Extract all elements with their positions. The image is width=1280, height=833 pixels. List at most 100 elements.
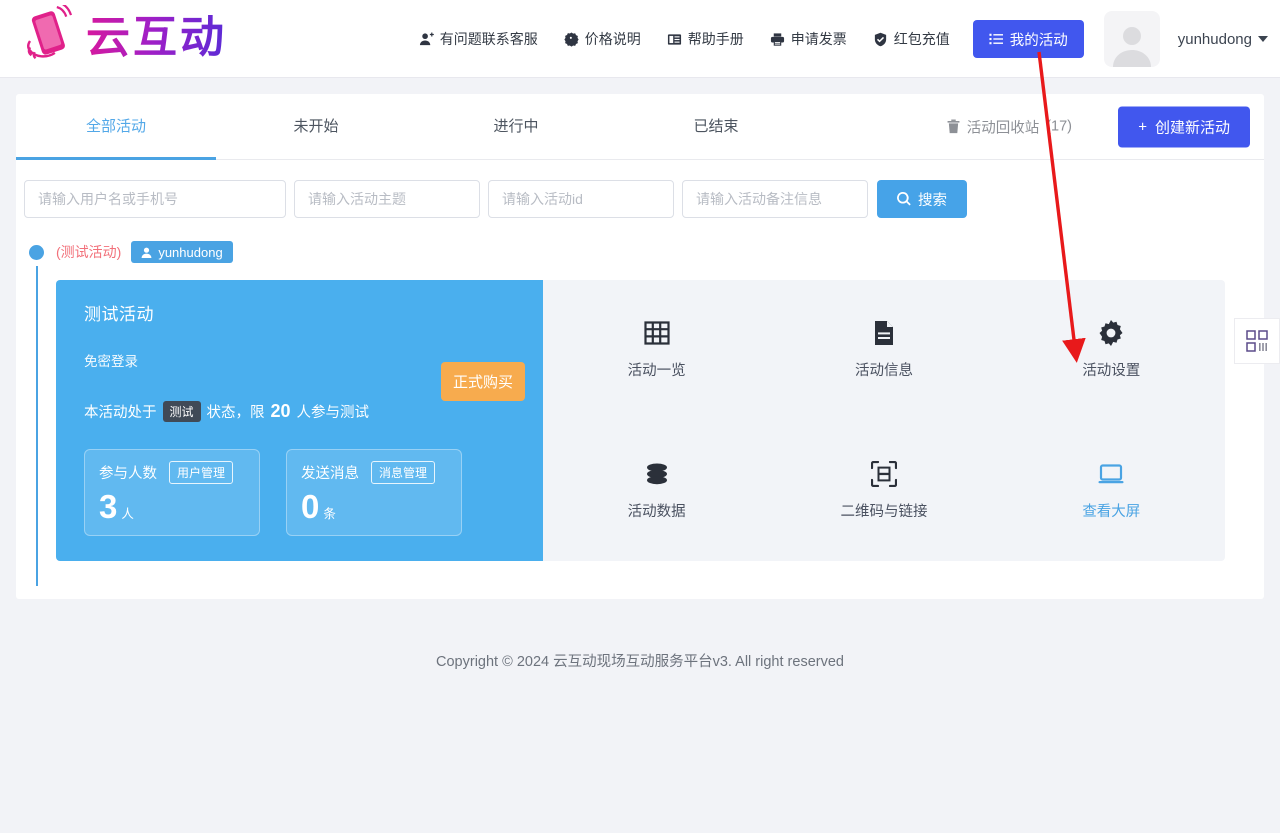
create-activity-label: 创建新活动: [1155, 116, 1230, 137]
search-bar: 搜索: [16, 160, 1264, 218]
tile-activity-settings[interactable]: 活动设置: [1051, 320, 1171, 380]
floating-qr-widget[interactable]: [1234, 318, 1280, 364]
recycle-bin-count: (17): [1046, 119, 1072, 135]
activity-header: (测试活动) yunhudong: [16, 238, 1264, 266]
activity-title: 测试活动: [84, 300, 517, 325]
plus-icon: +: [1138, 118, 1147, 135]
nav-help-manual[interactable]: 帮助手册: [654, 29, 757, 49]
activity-actions-panel: 活动一览 活动信息 活动设置: [543, 280, 1225, 561]
nav-redpacket-recharge[interactable]: 红包充值: [860, 29, 963, 49]
price-tag-icon: [564, 32, 579, 47]
nav-request-invoice[interactable]: 申请发票: [757, 29, 860, 49]
tab-bar: 全部活动 未开始 进行中 已结束 活动回收站 (17) + 创建新活动: [16, 94, 1264, 160]
tab-ended[interactable]: 已结束: [616, 94, 816, 159]
search-input-activity-remark[interactable]: [682, 180, 868, 218]
tab-in-progress[interactable]: 进行中: [416, 94, 616, 159]
nav-contact-support[interactable]: 有问题联系客服: [406, 29, 551, 49]
tile-label: 二维码与链接: [840, 500, 927, 521]
tile-label: 活动信息: [855, 359, 913, 380]
search-button[interactable]: 搜索: [877, 180, 967, 218]
nav-label: 红包充值: [894, 29, 950, 49]
timeline-connector: [36, 266, 38, 586]
recycle-bin-label: 活动回收站: [967, 116, 1040, 137]
grid-icon: [644, 320, 670, 346]
brand-name: 云互动: [86, 7, 227, 69]
tile-activity-data[interactable]: 活动数据: [597, 461, 717, 521]
nav-label: 申请发票: [791, 29, 847, 49]
create-activity-button[interactable]: + 创建新活动: [1118, 106, 1250, 147]
phone-hand-logo-icon: [18, 5, 80, 71]
panel-bottom-spacer: [16, 561, 1264, 599]
user-icon: [141, 247, 152, 258]
stat-messages: 发送消息 消息管理 0 条: [286, 449, 462, 536]
search-button-label: 搜索: [918, 189, 947, 210]
footer: Copyright © 2024 云互动现场互动服务平台v3. All righ…: [0, 650, 1280, 671]
tab-label: 已结束: [693, 118, 738, 135]
document-icon: [871, 320, 897, 346]
stat-value: 0: [301, 490, 319, 523]
notice-mid: 状态，限: [207, 401, 265, 422]
stat-participants: 参与人数 用户管理 3 人: [84, 449, 260, 536]
tab-not-started[interactable]: 未开始: [216, 94, 416, 159]
activity-notice: 本活动处于 测试 状态，限 20 人参与测试: [84, 401, 517, 422]
database-icon: [644, 461, 670, 487]
gear-icon: [1098, 320, 1124, 346]
search-input-activity-id[interactable]: [488, 180, 674, 218]
shield-check-icon: [873, 32, 888, 47]
tab-all-activities[interactable]: 全部活动: [16, 94, 216, 159]
nav-label: 帮助手册: [688, 29, 744, 49]
monitor-icon: [1098, 461, 1124, 487]
user-support-icon: [419, 32, 434, 47]
stat-label: 参与人数: [99, 462, 157, 483]
notice-prefix: 本活动处于: [84, 401, 157, 422]
main-panel: 全部活动 未开始 进行中 已结束 活动回收站 (17) + 创建新活动: [16, 94, 1264, 599]
top-header: 云互动 有问题联系客服 价格说明 帮助手册 申请发票: [0, 0, 1280, 78]
nav-label: 价格说明: [585, 29, 641, 49]
tile-activity-info[interactable]: 活动信息: [824, 320, 944, 380]
stat-label: 发送消息: [301, 462, 359, 483]
user-name-label: yunhudong: [1178, 31, 1252, 48]
search-input-activity-topic[interactable]: [294, 180, 480, 218]
trash-icon: [947, 120, 960, 134]
qr-scan-icon: [871, 461, 897, 487]
message-management-button[interactable]: 消息管理: [371, 461, 435, 484]
notice-suffix: 人参与测试: [297, 401, 370, 422]
header-nav: 有问题联系客服 价格说明 帮助手册 申请发票 红包充值: [406, 0, 1268, 78]
tile-activity-overview[interactable]: 活动一览: [597, 320, 717, 380]
tab-label: 未开始: [293, 118, 338, 135]
tile-qrcode-and-link[interactable]: 二维码与链接: [824, 461, 944, 521]
chevron-down-icon: [1258, 36, 1268, 42]
stat-unit: 人: [121, 503, 134, 522]
notice-status-chip: 测试: [163, 401, 201, 422]
activity-list: (测试活动) yunhudong 测试活动 免密登录 本活动处于 测试 状态，限…: [16, 218, 1264, 599]
tile-label: 活动设置: [1082, 359, 1140, 380]
nav-price-info[interactable]: 价格说明: [551, 29, 654, 49]
copyright-text: Copyright © 2024 云互动现场互动服务平台v3. All righ…: [436, 654, 844, 670]
user-management-button[interactable]: 用户管理: [169, 461, 233, 484]
owner-name: yunhudong: [158, 245, 222, 260]
tile-view-bigscreen[interactable]: 查看大屏: [1051, 461, 1171, 521]
user-menu[interactable]: yunhudong: [1178, 31, 1268, 48]
tab-label: 全部活动: [86, 118, 146, 135]
tile-label: 活动数据: [628, 500, 686, 521]
stat-unit: 条: [323, 503, 336, 522]
search-input-username-or-phone[interactable]: [24, 180, 286, 218]
activity-card: 测试活动 免密登录 本活动处于 测试 状态，限 20 人参与测试 正式购买 参与…: [56, 280, 1225, 561]
status-dot-icon: [29, 245, 44, 260]
printer-icon: [770, 32, 785, 47]
avatar[interactable]: [1104, 11, 1160, 67]
list-icon: [989, 32, 1003, 46]
user-avatar-placeholder: [1109, 21, 1155, 67]
tile-label: 活动一览: [628, 359, 686, 380]
stat-value: 3: [99, 490, 117, 523]
tile-label: 查看大屏: [1082, 500, 1140, 521]
brand-logo[interactable]: 云互动: [18, 5, 227, 71]
owner-badge[interactable]: yunhudong: [131, 241, 232, 263]
recycle-bin-link[interactable]: 活动回收站 (17): [947, 116, 1072, 137]
my-activity-button[interactable]: 我的活动: [973, 20, 1084, 58]
notice-limit: 20: [271, 401, 291, 422]
activity-summary-card: 测试活动 免密登录 本活动处于 测试 状态，限 20 人参与测试 正式购买 参与…: [56, 280, 543, 561]
activity-stats: 参与人数 用户管理 3 人 发送消息 消息管理: [84, 449, 517, 536]
purchase-button[interactable]: 正式购买: [441, 362, 525, 401]
status-badge: (测试活动): [56, 242, 121, 262]
